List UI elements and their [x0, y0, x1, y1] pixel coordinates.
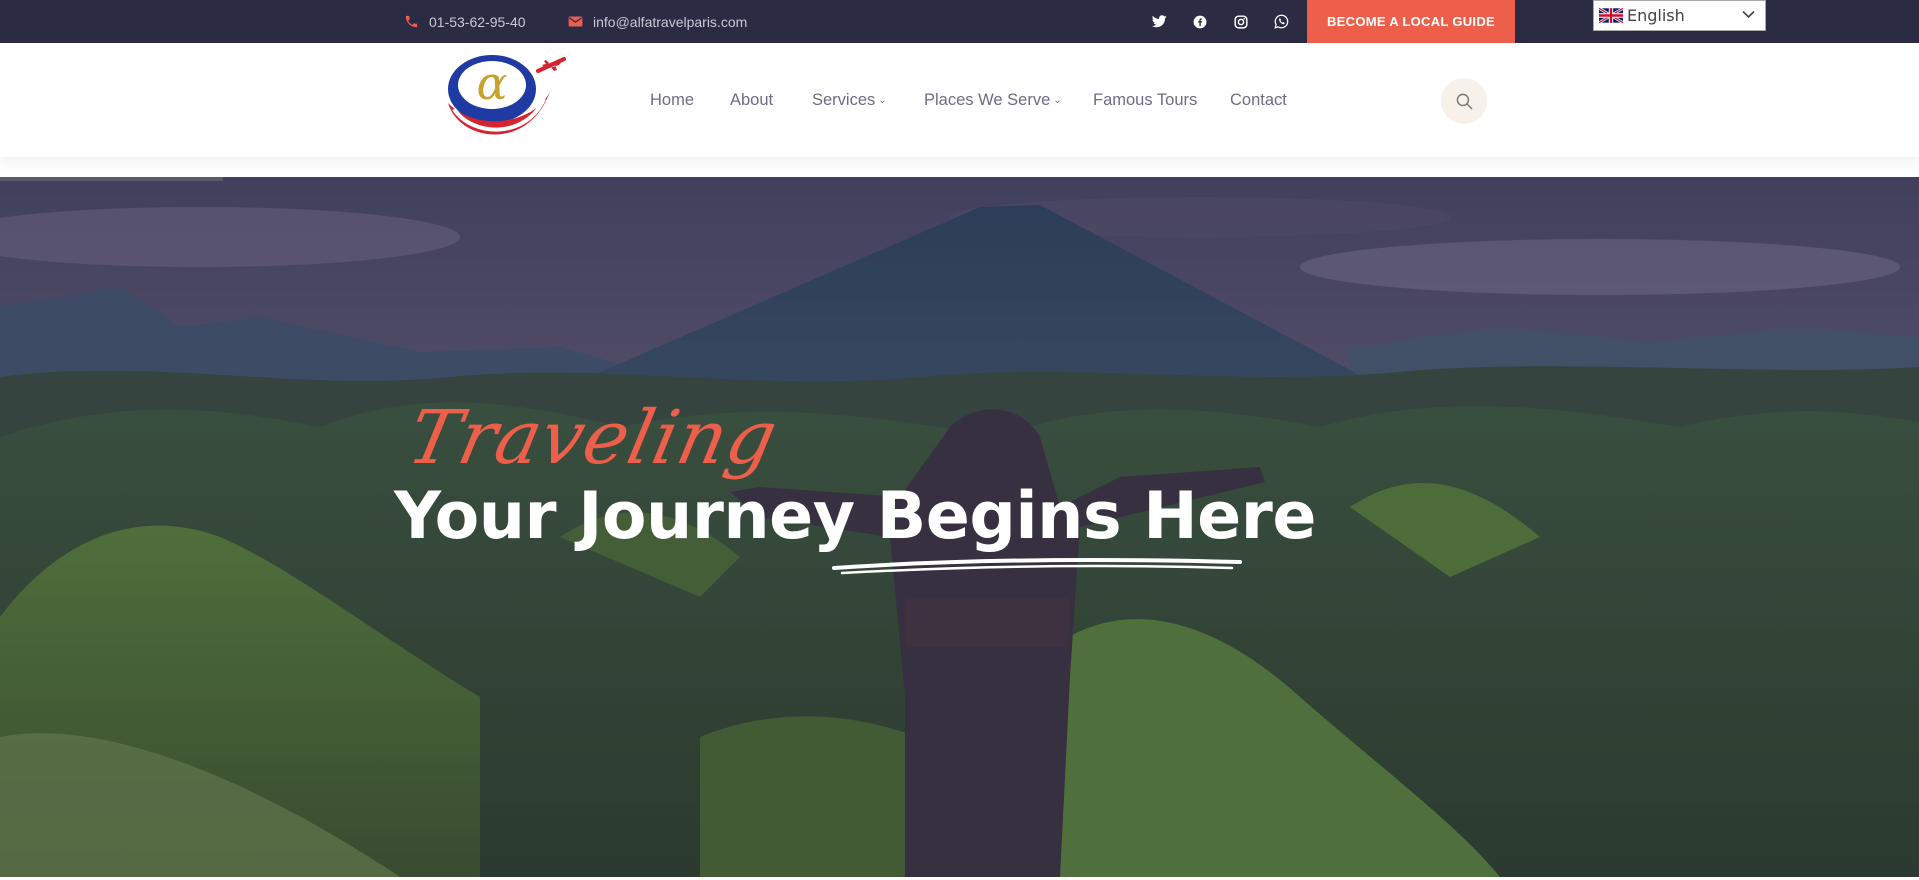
nav-about[interactable]: About	[730, 43, 773, 157]
nav-famous-tours-label: Famous Tours	[1093, 90, 1198, 109]
instagram-icon	[1234, 14, 1248, 29]
chevron-down-icon	[1742, 10, 1755, 19]
email-contact[interactable]: info@alfatravelparis.com	[568, 0, 747, 43]
search-button[interactable]	[1441, 78, 1487, 124]
twitter-icon	[1151, 15, 1167, 28]
hero-top-accent	[0, 177, 223, 181]
chevron-down-icon: ⌄	[878, 94, 887, 106]
hero-headline: Your Journey Begins Here	[394, 479, 1316, 554]
whatsapp-icon	[1273, 14, 1288, 29]
top-bar: 01-53-62-95-40 info@alfatravelparis.com …	[0, 0, 1919, 43]
chevron-down-icon: ⌄	[1053, 94, 1062, 106]
svg-text:α: α	[476, 56, 507, 110]
email-address: info@alfatravelparis.com	[593, 13, 748, 30]
nav-places-label: Places We Serve	[924, 90, 1051, 109]
nav-places-we-serve[interactable]: Places We Serve ⌄	[924, 43, 1062, 157]
nav-services-label: Services	[812, 90, 876, 109]
language-select[interactable]: English	[1593, 0, 1766, 31]
site-logo[interactable]: α	[440, 51, 568, 151]
nav-home-label: Home	[650, 90, 695, 109]
nav-contact[interactable]: Contact	[1230, 43, 1287, 157]
phone-number: 01-53-62-95-40	[429, 13, 526, 30]
uk-flag-icon	[1599, 7, 1623, 24]
site-header: α Home About Services ⌄ Places We Serve ⌄ …	[0, 43, 1919, 157]
hero-tagline: Traveling	[400, 395, 785, 481]
nav-contact-label: Contact	[1230, 90, 1287, 109]
nav-services[interactable]: Services ⌄	[812, 43, 887, 157]
search-icon	[1456, 93, 1472, 109]
become-local-guide-button[interactable]: BECOME A LOCAL GUIDE	[1307, 0, 1515, 43]
facebook-icon	[1193, 15, 1207, 28]
brush-underline-icon	[832, 558, 1242, 575]
language-label: English	[1627, 6, 1685, 25]
instagram-link[interactable]	[1230, 0, 1252, 43]
nav-about-label: About	[730, 90, 774, 109]
alfa-travel-logo-icon: α	[448, 55, 566, 135]
facebook-link[interactable]	[1189, 0, 1211, 43]
envelope-icon	[568, 16, 583, 27]
nav-famous-tours[interactable]: Famous Tours	[1093, 43, 1197, 157]
whatsapp-link[interactable]	[1270, 0, 1292, 43]
nav-home[interactable]: Home	[650, 43, 694, 157]
phone-icon	[405, 15, 418, 28]
phone-contact[interactable]: 01-53-62-95-40	[404, 0, 526, 43]
twitter-link[interactable]	[1148, 0, 1170, 43]
